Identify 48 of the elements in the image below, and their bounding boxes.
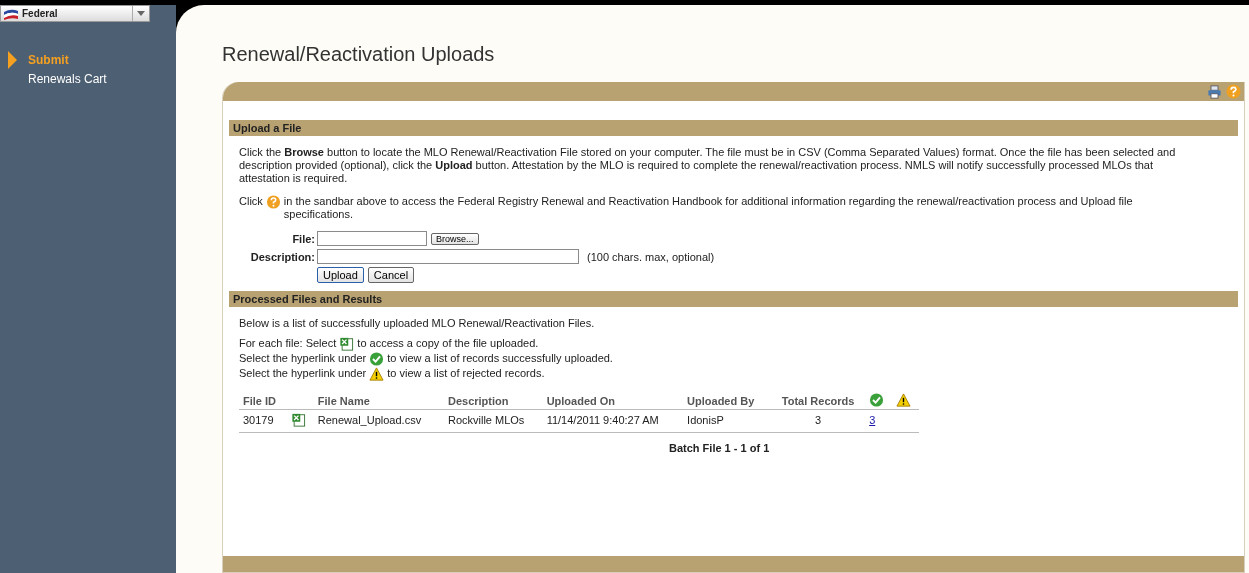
page-title: Renewal/Reactivation Uploads bbox=[222, 43, 496, 66]
instructions-text: to view a list of rejected records. bbox=[387, 367, 545, 380]
cancel-button[interactable]: Cancel bbox=[367, 267, 415, 283]
instructions-text: Select the hyperlink under bbox=[239, 367, 367, 380]
instructions-text: to view a list of records successfully uploaded. bbox=[387, 352, 613, 365]
instructions-text: Select the hyperlink under bbox=[239, 352, 367, 365]
instructions-text: For each file: Select bbox=[239, 337, 337, 349]
column-header: Uploaded By bbox=[683, 393, 771, 410]
instructions-text: in the sandbar above to access the Federal Registry Renewal and Reactivation Handbook for additional information regarding the renewal/reactivation process and Upload file specifications. bbox=[283, 195, 1134, 221]
warning-icon bbox=[896, 393, 912, 408]
pagination-text: Batch File 1 - 1 of 1 bbox=[669, 442, 771, 455]
table-cell: 30179 bbox=[239, 409, 287, 433]
checkmark-icon bbox=[869, 393, 885, 408]
field-hint: (100 chars. max, optional) bbox=[587, 250, 715, 263]
instructions-text: Click bbox=[239, 195, 263, 208]
table-cell: 3 bbox=[771, 409, 866, 433]
field-label: File: bbox=[291, 232, 315, 245]
file-path-field[interactable] bbox=[317, 231, 427, 246]
browse-button[interactable]: Browse... bbox=[431, 232, 479, 245]
table-cell: 11/14/2011 9:40:27 AM bbox=[542, 409, 684, 433]
warning-icon bbox=[369, 367, 385, 382]
field-label: Description: bbox=[249, 250, 315, 263]
spreadsheet-icon[interactable] bbox=[290, 413, 306, 428]
instructions-text: Click the Browse button to locate the MLO Renewal/Reactivation File stored on your computer. The file must be in CSV (Comma Separated Values) format. Once the file has been selected and description provided (optional), click the Upload button. Attestation by the MLO is required to complete the renewal/reactivation process. NMLS will notify successfully processed MLOs that attestation is required. bbox=[239, 146, 1177, 185]
table-cell: Rockville MLOs bbox=[443, 409, 543, 433]
dropdown-value: Federal bbox=[22, 8, 59, 19]
table-cell: Renewal_Upload.csv bbox=[313, 409, 444, 433]
printer-icon[interactable] bbox=[1207, 84, 1222, 99]
section-header: Processed Files and Results bbox=[229, 291, 1238, 307]
column-header: Uploaded On bbox=[542, 393, 684, 410]
help-icon[interactable] bbox=[1226, 84, 1241, 99]
instructions-text: to access a copy of the file uploaded. bbox=[357, 337, 539, 349]
flag-icon bbox=[3, 7, 19, 20]
spreadsheet-icon bbox=[339, 337, 355, 352]
instructions-text: Below is a list of successfully uploaded MLO Renewal/Reactivation Files. bbox=[239, 317, 596, 330]
column-header: Description bbox=[443, 393, 543, 410]
sidebar-item[interactable]: Renewals Cart bbox=[28, 71, 107, 86]
column-header: File ID bbox=[239, 393, 287, 410]
agency-dropdown[interactable]: Federal bbox=[0, 5, 150, 22]
upload-button[interactable]: Upload bbox=[317, 267, 364, 283]
checkmark-icon bbox=[369, 352, 385, 367]
records-link[interactable]: 3 bbox=[869, 414, 876, 427]
description-field[interactable] bbox=[317, 249, 579, 264]
section-header: Upload a File bbox=[229, 120, 1238, 136]
table-cell: IdonisP bbox=[683, 409, 771, 433]
column-header: Total Records bbox=[771, 393, 866, 410]
help-icon bbox=[265, 195, 281, 209]
column-header: File Name bbox=[313, 393, 444, 410]
